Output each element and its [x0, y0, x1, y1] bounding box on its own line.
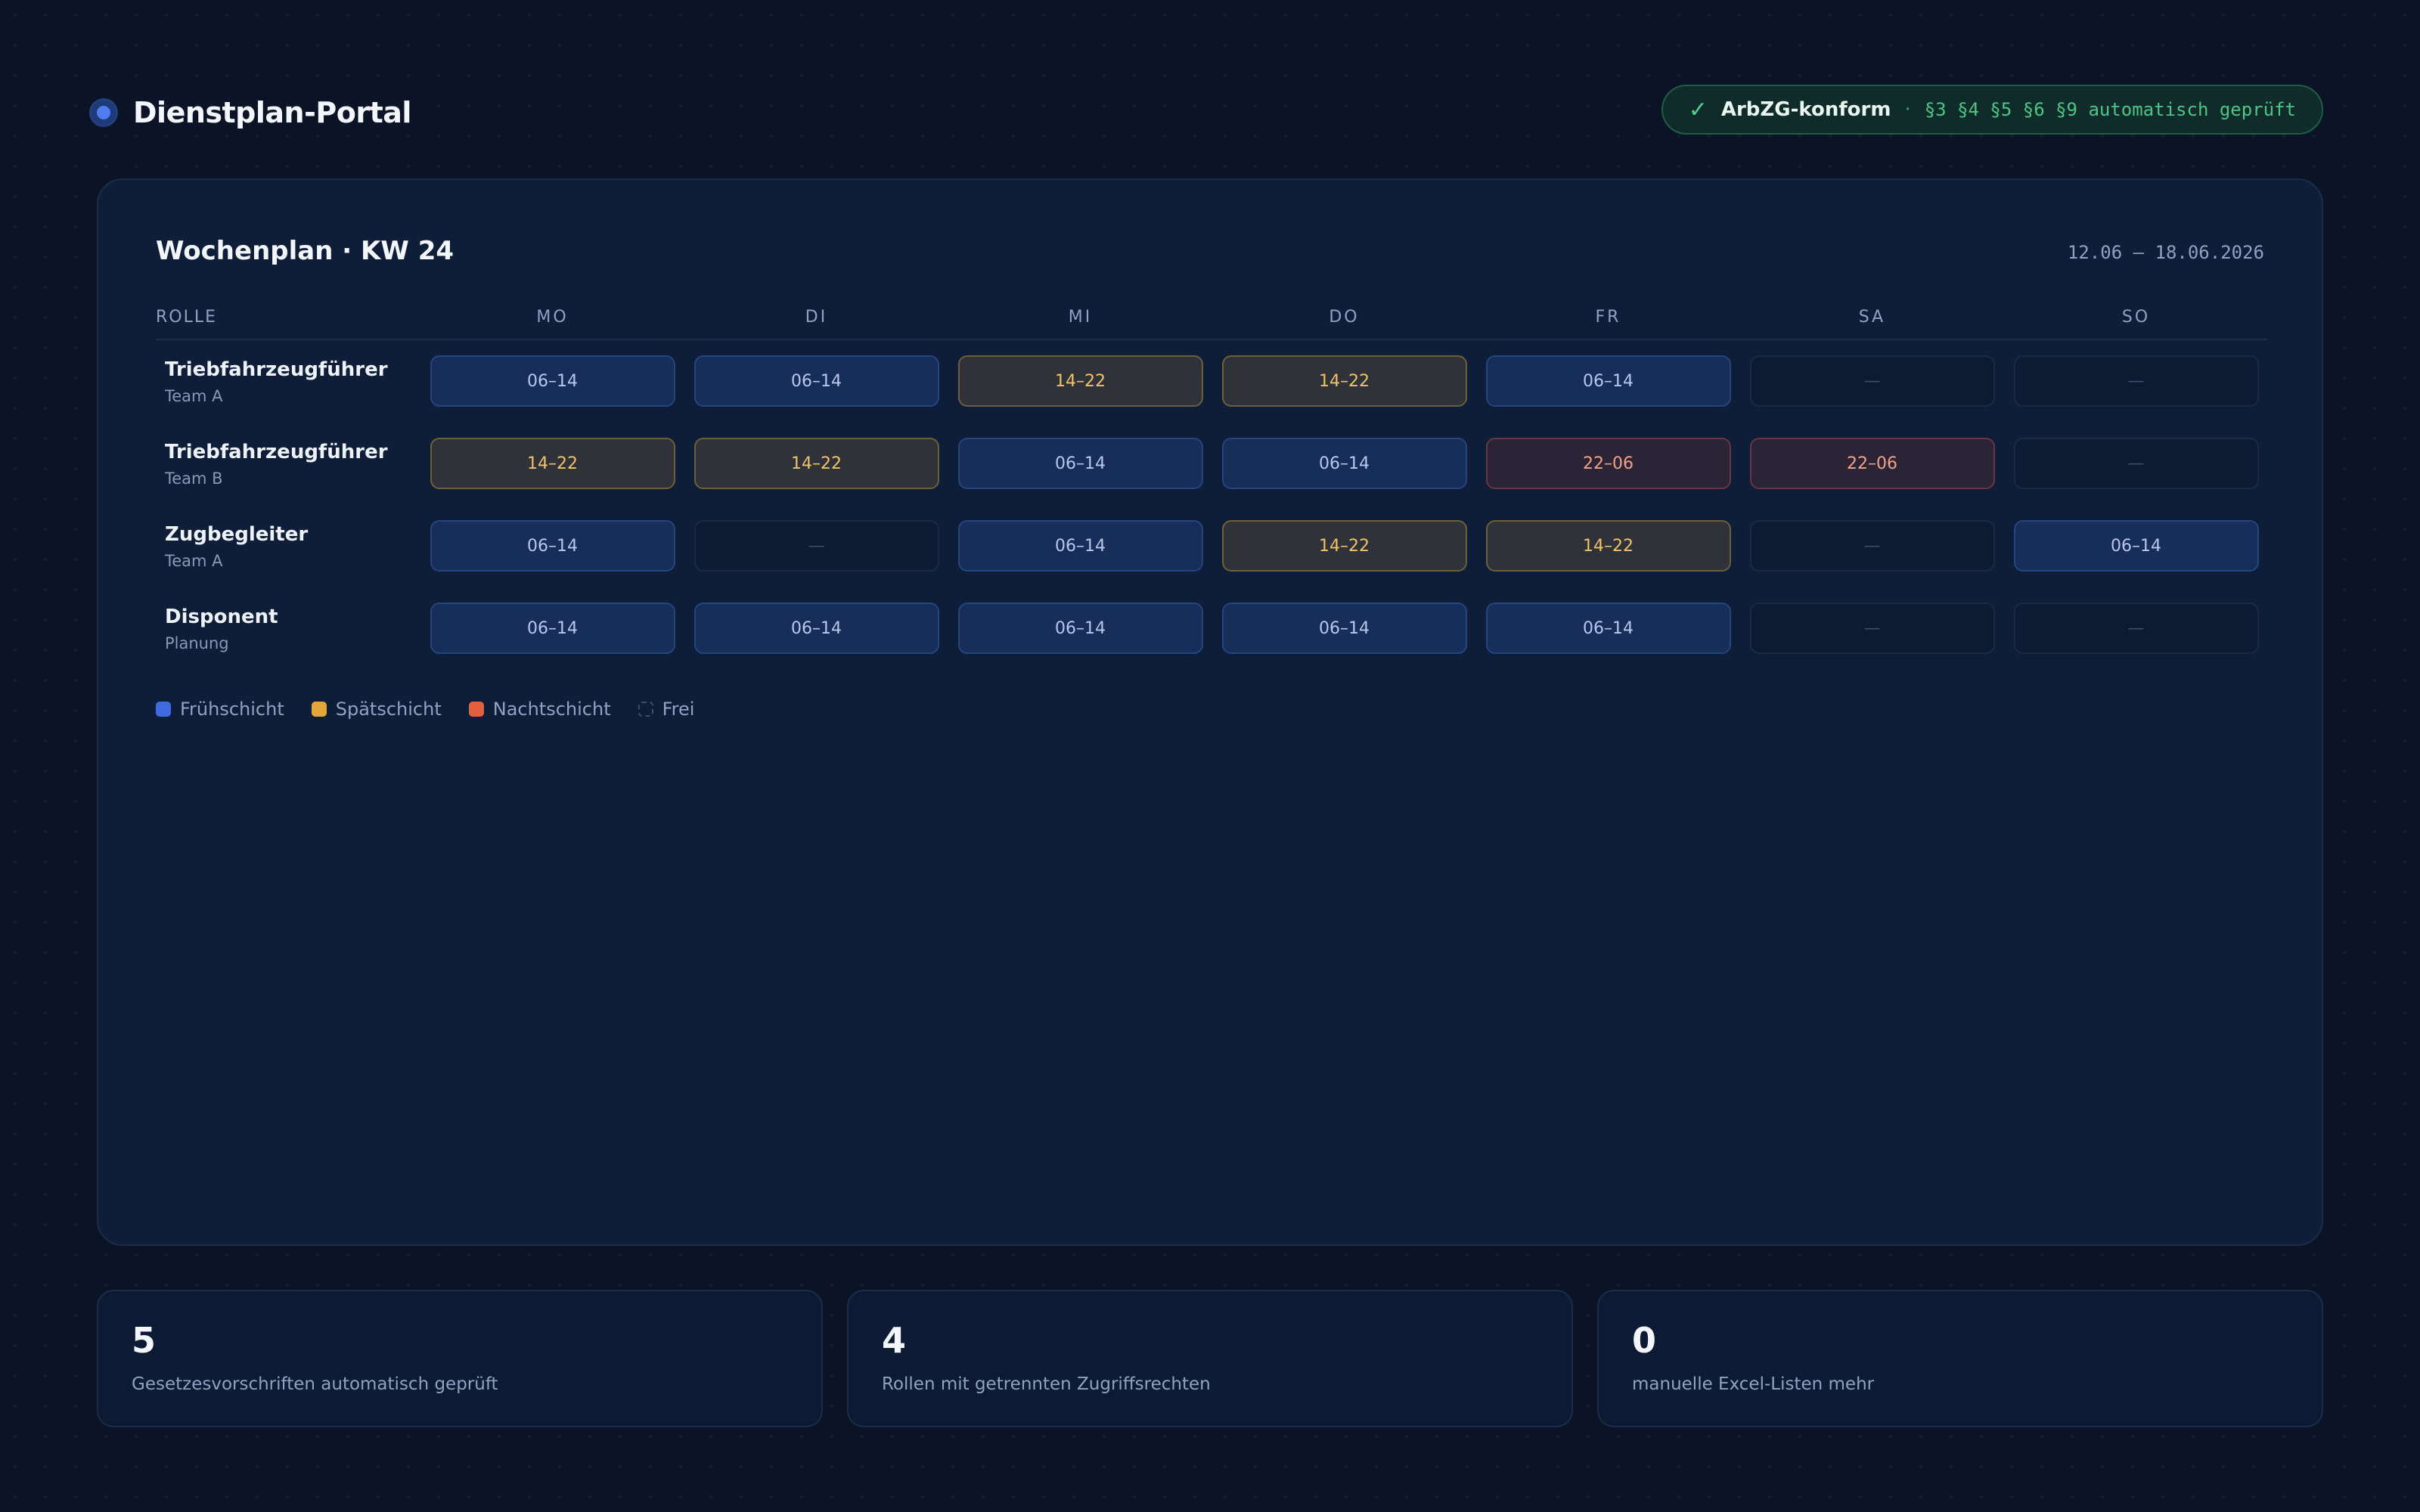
- shift-cell[interactable]: 06–14: [1485, 355, 1731, 407]
- stats-row: 5 Gesetzesvorschriften automatisch geprü…: [97, 1290, 2323, 1427]
- compliance-badge: ✓ ArbZG-konform · §3 §4 §5 §6 §9 automat…: [1661, 85, 2323, 135]
- shift-cell[interactable]: 06–14: [957, 520, 1203, 572]
- stat-card-excel: 0 manuelle Excel-Listen mehr: [1597, 1290, 2323, 1427]
- early-shift-swatch-icon: [156, 702, 171, 717]
- stat-label: Rollen mit getrennten Zugriffsrechten: [882, 1374, 1211, 1394]
- compliance-detail: §3 §4 §5 §6 §9 automatisch geprüft: [1924, 99, 2296, 120]
- shift-cell[interactable]: 14–22: [1485, 520, 1731, 572]
- shift-legend: Frühschicht Spätschicht Nachtschicht Fre…: [156, 699, 694, 720]
- legend-label: Spätschicht: [335, 699, 442, 720]
- brand: Dienstplan-Portal: [89, 94, 411, 132]
- shift-cell[interactable]: 06–14: [1221, 603, 1467, 654]
- role-name: Disponent: [165, 606, 278, 628]
- role-column-header: ROLLE: [156, 307, 218, 327]
- shift-cell[interactable]: 14–22: [1221, 355, 1467, 407]
- compliance-label: ArbZG-konform: [1720, 98, 1891, 121]
- shift-cell[interactable]: 22–06: [1749, 438, 1995, 489]
- schedule-rows: Triebfahrzeugführer Team A 06–14 06–14 1…: [156, 340, 2267, 685]
- stat-card-roles: 4 Rollen mit getrennten Zugriffsrechten: [847, 1290, 1573, 1427]
- legend-label: Frühschicht: [180, 699, 284, 720]
- schedule-grid: ROLLE MO DI MI DO FR SA SO Triebfahrzeug…: [156, 295, 2267, 685]
- shift-cell[interactable]: —: [2013, 438, 2259, 489]
- shift-cell[interactable]: 06–14: [1221, 438, 1467, 489]
- shift-cell[interactable]: 14–22: [430, 438, 675, 489]
- shift-cell[interactable]: —: [2013, 603, 2259, 654]
- shift-cell[interactable]: —: [1749, 520, 1995, 572]
- check-icon: ✓: [1688, 96, 1708, 123]
- stat-value: 0: [1632, 1320, 1657, 1361]
- shift-cell[interactable]: 06–14: [430, 355, 675, 407]
- day-header-sa: SA: [1858, 307, 1886, 327]
- late-shift-swatch-icon: [311, 702, 327, 717]
- table-row: Disponent Planung 06–14 06–14 06–14 06–1…: [156, 603, 2267, 685]
- shift-cell[interactable]: —: [1749, 355, 1995, 407]
- legend-item-night: Nachtschicht: [468, 699, 611, 720]
- legend-item-early: Frühschicht: [156, 699, 284, 720]
- role-cell: Disponent Planung: [156, 603, 420, 652]
- day-header-do: DO: [1329, 307, 1360, 327]
- day-header-di: DI: [805, 307, 828, 327]
- stat-value: 4: [882, 1320, 907, 1361]
- role-cell: Zugbegleiter Team A: [156, 520, 420, 570]
- shift-cell[interactable]: 06–14: [693, 603, 939, 654]
- shift-cell[interactable]: 06–14: [1485, 603, 1731, 654]
- day-header-mi: MI: [1068, 307, 1093, 327]
- shift-cell[interactable]: —: [2013, 355, 2259, 407]
- legend-label: Frei: [662, 699, 695, 720]
- stat-value: 5: [132, 1320, 157, 1361]
- shift-cell[interactable]: 14–22: [957, 355, 1203, 407]
- legend-item-free: Frei: [638, 699, 695, 720]
- role-name: Triebfahrzeugführer: [165, 441, 388, 463]
- shift-cell[interactable]: 06–14: [957, 603, 1203, 654]
- stat-card-laws: 5 Gesetzesvorschriften automatisch geprü…: [97, 1290, 823, 1427]
- table-row: Zugbegleiter Team A 06–14 — 06–14 14–22 …: [156, 520, 2267, 603]
- legend-label: Nachtschicht: [492, 699, 611, 720]
- role-team: Team B: [165, 469, 223, 488]
- logo-dot-icon: [89, 98, 118, 127]
- role-team: Team A: [165, 552, 223, 570]
- weekly-plan-panel: Wochenplan · KW 24 12.06 – 18.06.2026 RO…: [97, 178, 2323, 1246]
- free-swatch-icon: [638, 702, 653, 717]
- stat-label: manuelle Excel-Listen mehr: [1632, 1374, 1875, 1394]
- compliance-separator: ·: [1904, 98, 1911, 121]
- night-shift-swatch-icon: [468, 702, 484, 717]
- app-title: Dienstplan-Portal: [133, 96, 411, 129]
- plan-title: Wochenplan · KW 24: [156, 236, 455, 266]
- role-team: Planung: [165, 634, 229, 652]
- shift-cell[interactable]: 14–22: [693, 438, 939, 489]
- legend-item-late: Spätschicht: [311, 699, 442, 720]
- role-name: Zugbegleiter: [165, 523, 309, 546]
- role-cell: Triebfahrzeugführer Team A: [156, 355, 420, 405]
- day-header-fr: FR: [1595, 307, 1621, 327]
- role-cell: Triebfahrzeugführer Team B: [156, 438, 420, 488]
- table-row: Triebfahrzeugführer Team A 06–14 06–14 1…: [156, 355, 2267, 438]
- day-header-mo: MO: [536, 307, 569, 327]
- role-name: Triebfahrzeugführer: [165, 358, 388, 381]
- shift-cell[interactable]: 06–14: [693, 355, 939, 407]
- role-team: Team A: [165, 387, 223, 405]
- plan-date-range: 12.06 – 18.06.2026: [2067, 242, 2264, 263]
- table-row: Triebfahrzeugführer Team B 14–22 14–22 0…: [156, 438, 2267, 520]
- shift-cell[interactable]: 06–14: [2013, 520, 2259, 572]
- grid-header: ROLLE MO DI MI DO FR SA SO: [156, 295, 2267, 340]
- shift-cell[interactable]: —: [1749, 603, 1995, 654]
- shift-cell[interactable]: 06–14: [957, 438, 1203, 489]
- shift-cell[interactable]: 22–06: [1485, 438, 1731, 489]
- stat-label: Gesetzesvorschriften automatisch geprüft: [132, 1374, 498, 1394]
- shift-cell[interactable]: 06–14: [430, 603, 675, 654]
- shift-cell[interactable]: 06–14: [430, 520, 675, 572]
- shift-cell[interactable]: —: [693, 520, 939, 572]
- shift-cell[interactable]: 14–22: [1221, 520, 1467, 572]
- day-header-so: SO: [2121, 307, 2151, 327]
